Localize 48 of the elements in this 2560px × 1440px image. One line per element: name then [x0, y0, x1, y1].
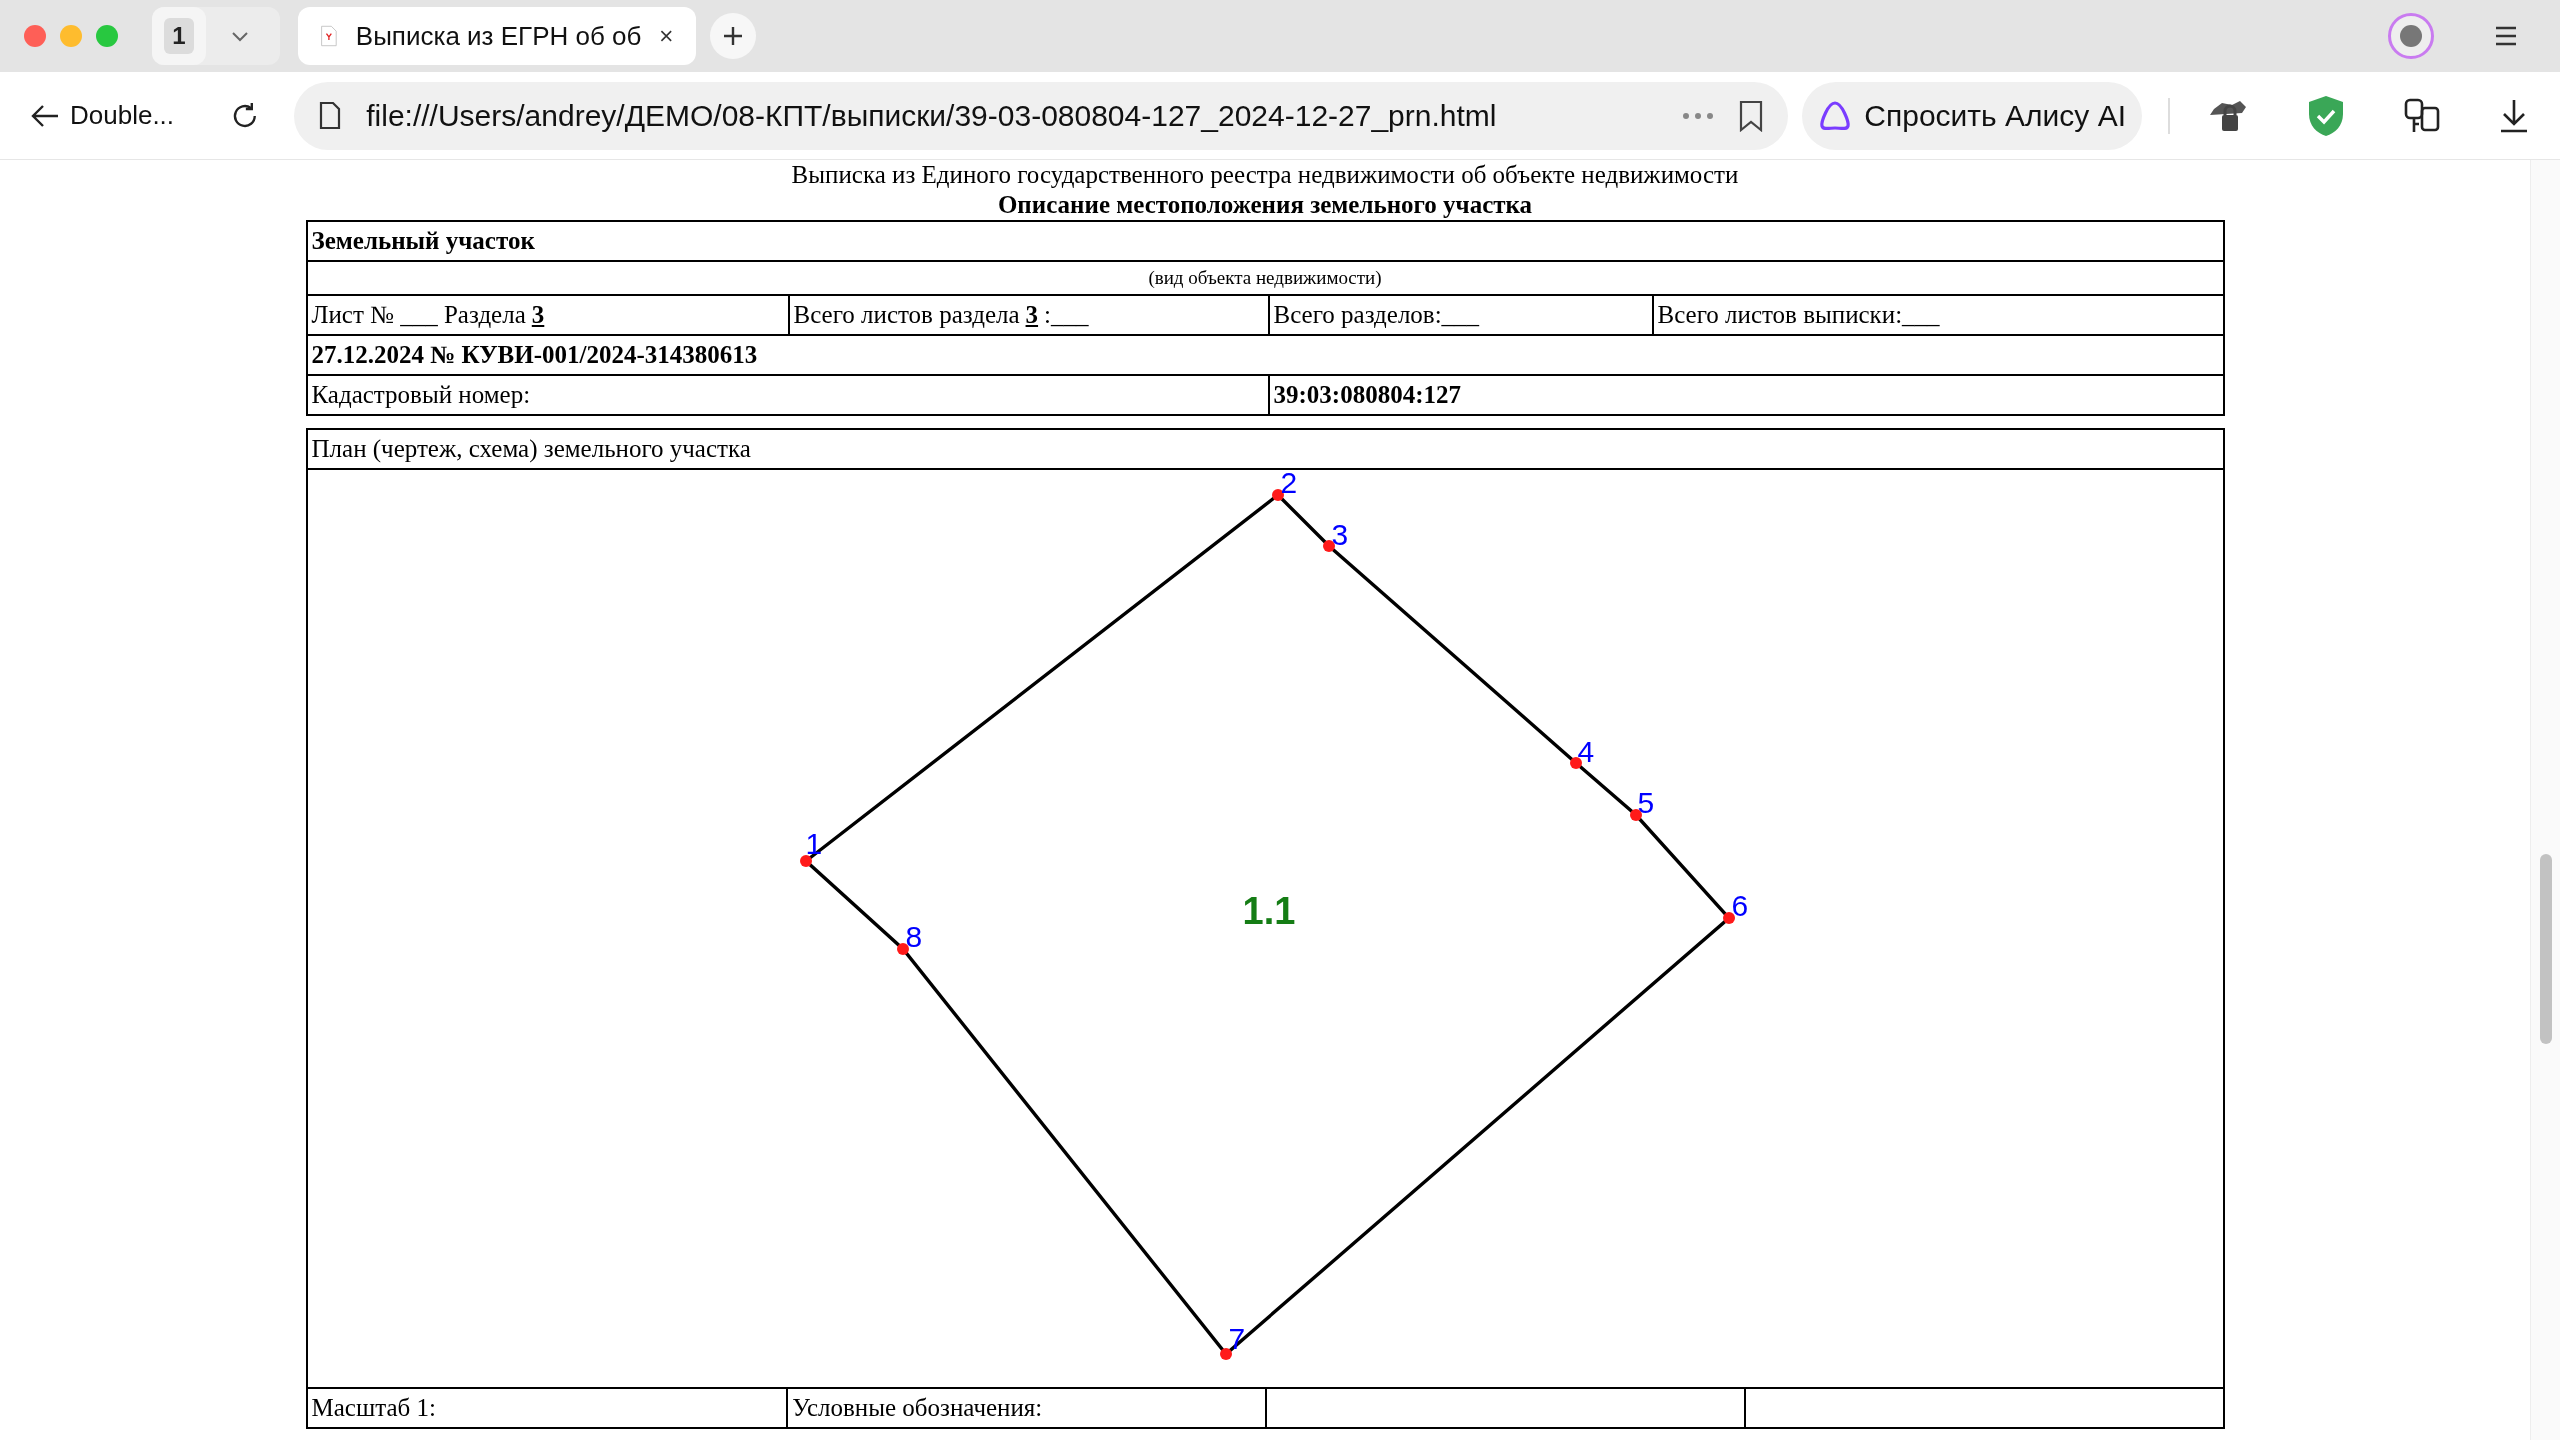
- file-icon: [318, 100, 343, 131]
- point-number: 8: [905, 922, 923, 952]
- boundary-point: [896, 943, 909, 955]
- boundary-point: [1322, 540, 1335, 552]
- address-bar[interactable]: file:///Users/andrey/ДЕМО/08-КПТ/выписки/39-03-080804-127_2024-12-27_prn.html: [294, 81, 1789, 150]
- document-subtitle: Описание местоположения земельного участка: [997, 190, 1533, 220]
- triangle-icon: [1818, 99, 1853, 132]
- browser-tab[interactable]: Выписка из ЕГРН об об: [298, 7, 696, 65]
- table-cell: Всего листов раздела 3 :___: [787, 296, 1268, 334]
- more-icon[interactable]: [1682, 111, 1715, 120]
- shield-icon[interactable]: [2306, 93, 2346, 138]
- point-number: 5: [1637, 788, 1655, 818]
- menu-icon[interactable]: [2494, 25, 2518, 47]
- back-arrow-icon: [30, 102, 60, 129]
- tab-title: Выписка из ЕГРН об об: [355, 19, 642, 53]
- profile-avatar[interactable]: [2388, 13, 2434, 59]
- boundary-point: [1722, 912, 1735, 924]
- table-cell-text: Лист № ___ Раздела 3: [310, 300, 546, 331]
- download-icon[interactable]: [2498, 97, 2530, 134]
- table-cell-text: Условные обозначения:: [792, 1393, 1043, 1424]
- document-title: Выписка из Единого государственного реестра недвижимости об объекте недвижимости: [791, 160, 1739, 190]
- point-number: 6: [1731, 891, 1749, 921]
- point-number: 1: [805, 829, 823, 859]
- statement-number: 27.12.2024 № КУВИ-001/2024-314380613: [311, 340, 758, 371]
- plus-icon: [721, 24, 745, 48]
- table-cell-text: Масштаб 1:: [311, 1393, 436, 1424]
- table-cell: 39:03:080804:127: [1267, 376, 2223, 414]
- point-number: 4: [1577, 737, 1595, 767]
- table-cell-text: Кадастровый номер:: [310, 380, 532, 411]
- tab-count-button[interactable]: 1: [152, 7, 206, 65]
- table-cell: Всего разделов:___: [1267, 296, 1652, 334]
- table-cell: Всего листов выписки:___: [1651, 296, 2223, 334]
- point-number: 3: [1331, 520, 1349, 550]
- back-button[interactable]: Double...: [30, 96, 199, 135]
- new-tab-button[interactable]: [710, 13, 756, 59]
- object-type: Земельный участок: [311, 226, 535, 257]
- parcel-label: 1.1: [1242, 891, 1296, 931]
- url-text: file:///Users/andrey/ДЕМО/08-КПТ/выписки/39-03-080804-127_2024-12-27_prn.html: [366, 98, 1497, 134]
- object-type-caption: (вид объекта недвижимости): [1148, 265, 1382, 290]
- boundary-point: [1271, 489, 1284, 501]
- point-number: 2: [1280, 468, 1298, 498]
- boundary-point: [799, 855, 812, 867]
- ask-assistant-button[interactable]: Спросить Алису AI: [1802, 81, 2142, 150]
- plan-title: План (чертеж, схема) земельного участка: [311, 434, 751, 465]
- bookmark-icon[interactable]: [1738, 99, 1765, 132]
- boundary-point: [1219, 1348, 1232, 1360]
- scrollbar[interactable]: [2530, 160, 2560, 1440]
- document-icon: [320, 23, 338, 49]
